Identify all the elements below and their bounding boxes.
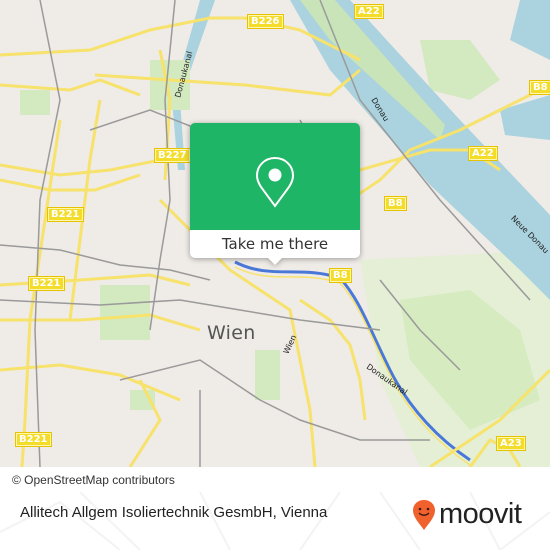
road-shield-b8: B8 <box>384 196 407 211</box>
map[interactable]: B226 A22 B227 B8 A22 B221 B8 B221 B8 B22… <box>0 0 550 467</box>
take-me-there-label: Take me there <box>221 235 329 253</box>
road-shield-a23: A23 <box>496 436 526 451</box>
city-label-wien: Wien <box>207 322 256 344</box>
road-shield-b8: B8 <box>329 268 352 283</box>
road-shield-b221: B221 <box>15 432 52 447</box>
moovit-smiley-pin-icon <box>413 499 435 530</box>
road-shield-b226: B226 <box>247 14 284 29</box>
road-shield-b221: B221 <box>28 276 65 291</box>
road-shield-b8: B8 <box>529 80 550 95</box>
road-shield-a22: A22 <box>354 4 384 19</box>
moovit-wordmark: moovit <box>439 498 522 530</box>
popup-pointer <box>267 257 283 265</box>
footer: Allitech Allgem Isoliertechnik GesmbH, V… <box>0 492 550 550</box>
road-shield-b227: B227 <box>154 148 191 163</box>
road-shield-b221: B221 <box>47 207 84 222</box>
location-popup: Take me there <box>190 123 360 265</box>
place-name: Allitech Allgem Isoliertechnik GesmbH, V… <box>20 504 328 521</box>
attribution[interactable]: © OpenStreetMap contributors <box>0 468 183 492</box>
popup-header[interactable] <box>190 123 360 230</box>
moovit-logo[interactable]: moovit <box>412 492 522 537</box>
take-me-there-button[interactable]: Take me there <box>190 230 360 258</box>
road-shield-a22: A22 <box>468 146 498 161</box>
location-pin-icon <box>255 156 295 208</box>
